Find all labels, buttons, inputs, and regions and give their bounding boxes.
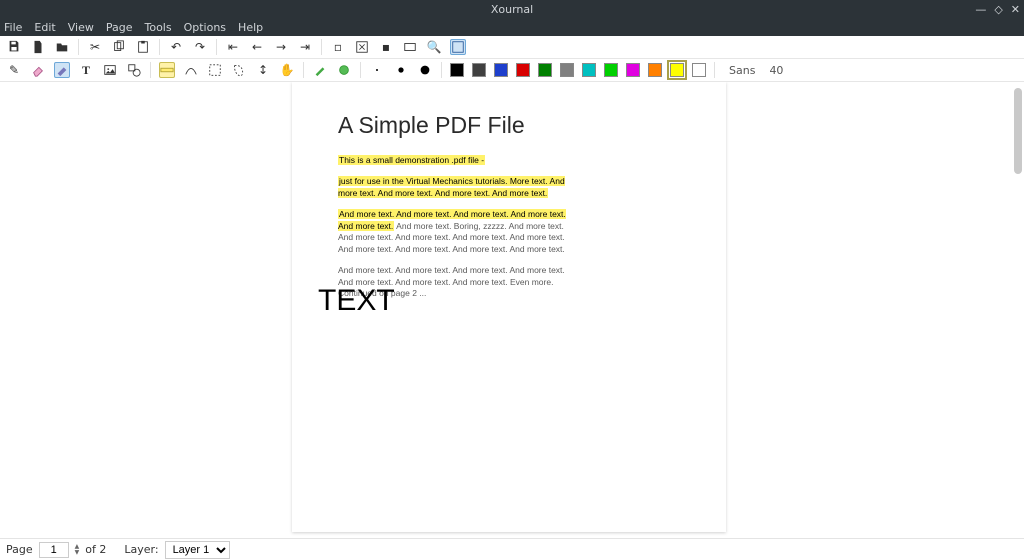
window-title: Xournal xyxy=(491,3,533,16)
menu-tools[interactable]: Tools xyxy=(144,21,171,34)
color-white[interactable] xyxy=(692,63,706,77)
image-tool-icon[interactable] xyxy=(102,62,118,78)
color-magenta[interactable] xyxy=(626,63,640,77)
menu-edit[interactable]: Edit xyxy=(34,21,55,34)
font-size-label[interactable]: 40 xyxy=(769,64,783,77)
separator xyxy=(360,62,361,78)
separator xyxy=(159,39,160,55)
page-total-label: of 2 xyxy=(85,543,106,556)
color-cyan[interactable] xyxy=(582,63,596,77)
separator xyxy=(441,62,442,78)
doc-paragraph-2: just for use in the Virtual Mechanics tu… xyxy=(338,176,578,199)
toolbar-tools: ✎ T ↕ ✋ Sans 40 xyxy=(0,59,1024,82)
next-page-icon[interactable]: → xyxy=(273,39,289,55)
zoom-lens-icon[interactable]: 🔍 xyxy=(426,39,442,55)
hand-tool-icon[interactable]: ✋ xyxy=(279,62,295,78)
toolbar-file: ✂ ↶ ↷ ⇤ ← → ⇥ ▫ ▪ 🔍 xyxy=(0,36,1024,59)
separator xyxy=(150,62,151,78)
thickness-fine-icon[interactable] xyxy=(369,62,385,78)
menubar: File Edit View Page Tools Options Help xyxy=(0,18,1024,36)
thickness-medium-icon[interactable] xyxy=(393,62,409,78)
open-icon[interactable] xyxy=(54,39,70,55)
color-darkgray[interactable] xyxy=(472,63,486,77)
paste-icon[interactable] xyxy=(135,39,151,55)
select-rect-icon[interactable] xyxy=(207,62,223,78)
fullscreen-icon[interactable] xyxy=(450,39,466,55)
shape-recognizer-icon[interactable] xyxy=(183,62,199,78)
color-yellow[interactable] xyxy=(670,63,684,77)
first-page-icon[interactable]: ⇤ xyxy=(225,39,241,55)
ruler-icon[interactable] xyxy=(159,62,175,78)
default-tool-icon[interactable] xyxy=(336,62,352,78)
zoom-width-icon[interactable] xyxy=(402,39,418,55)
pen-tool-icon[interactable]: ✎ xyxy=(6,62,22,78)
select-region-icon[interactable] xyxy=(231,62,247,78)
color-darkgreen[interactable] xyxy=(538,63,552,77)
color-blue[interactable] xyxy=(494,63,508,77)
eraser-tool-icon[interactable] xyxy=(30,62,46,78)
prev-page-icon[interactable]: ← xyxy=(249,39,265,55)
zoom-fit-icon[interactable] xyxy=(354,39,370,55)
font-family-label[interactable]: Sans xyxy=(729,64,755,77)
color-red[interactable] xyxy=(516,63,530,77)
vertical-space-icon[interactable]: ↕ xyxy=(255,62,271,78)
separator xyxy=(78,39,79,55)
doc-paragraph-1: This is a small demonstration .pdf file … xyxy=(338,155,578,166)
text-annotation[interactable]: TEXT xyxy=(318,284,395,318)
highlighter-tool-icon[interactable] xyxy=(54,62,70,78)
page-label: Page xyxy=(6,543,33,556)
copy-icon[interactable] xyxy=(111,39,127,55)
menu-help[interactable]: Help xyxy=(238,21,263,34)
layer-label: Layer: xyxy=(124,543,158,556)
menu-options[interactable]: Options xyxy=(184,21,226,34)
vertical-scrollbar[interactable] xyxy=(1014,88,1022,174)
canvas-area[interactable]: A Simple PDF File This is a small demons… xyxy=(0,82,1024,538)
color-gray[interactable] xyxy=(560,63,574,77)
page-number-input[interactable] xyxy=(39,542,69,558)
page-spinner[interactable]: ▲▼ xyxy=(75,544,80,556)
statusbar: Page ▲▼ of 2 Layer: Layer 1 xyxy=(0,538,1024,560)
layer-select[interactable]: Layer 1 xyxy=(165,541,230,559)
menu-file[interactable]: File xyxy=(4,21,22,34)
doc-title: A Simple PDF File xyxy=(338,112,702,139)
text-tool-icon[interactable]: T xyxy=(78,62,94,78)
maximize-button[interactable]: ◇ xyxy=(994,3,1002,16)
pdf-page[interactable]: A Simple PDF File This is a small demons… xyxy=(292,82,726,532)
zoom-out-icon[interactable]: ▫ xyxy=(330,39,346,55)
separator xyxy=(321,39,322,55)
separator xyxy=(714,62,715,78)
thickness-thick-icon[interactable] xyxy=(417,62,433,78)
titlebar: Xournal — ◇ ✕ xyxy=(0,0,1024,18)
color-orange[interactable] xyxy=(648,63,662,77)
separator xyxy=(216,39,217,55)
undo-icon[interactable]: ↶ xyxy=(168,39,184,55)
menu-page[interactable]: Page xyxy=(106,21,133,34)
default-pen-icon[interactable] xyxy=(312,62,328,78)
redo-icon[interactable]: ↷ xyxy=(192,39,208,55)
separator xyxy=(303,62,304,78)
menu-view[interactable]: View xyxy=(68,21,94,34)
minimize-button[interactable]: — xyxy=(975,3,986,16)
close-button[interactable]: ✕ xyxy=(1011,3,1020,16)
cut-icon[interactable]: ✂ xyxy=(87,39,103,55)
doc-paragraph-3: And more text. And more text. And more t… xyxy=(338,209,578,255)
color-green[interactable] xyxy=(604,63,618,77)
shapes-tool-icon[interactable] xyxy=(126,62,142,78)
last-page-icon[interactable]: ⇥ xyxy=(297,39,313,55)
color-black[interactable] xyxy=(450,63,464,77)
save-icon[interactable] xyxy=(6,39,22,55)
zoom-in-icon[interactable]: ▪ xyxy=(378,39,394,55)
new-icon[interactable] xyxy=(30,39,46,55)
